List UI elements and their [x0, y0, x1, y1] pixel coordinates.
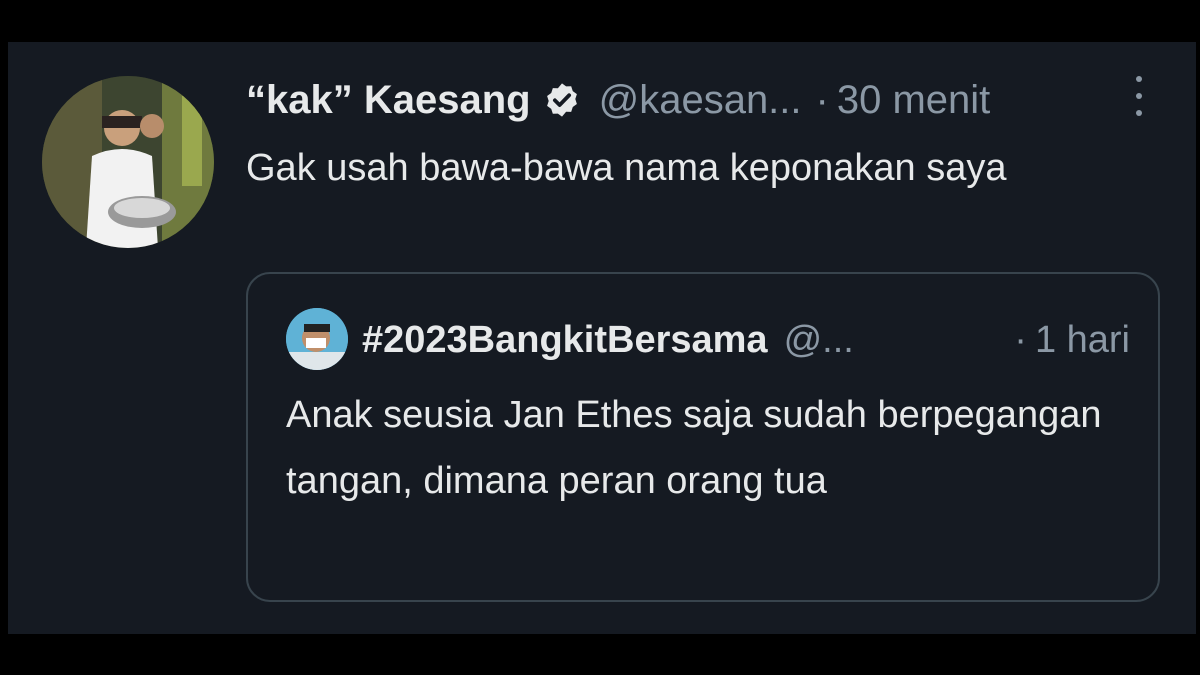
tweet-text: Gak usah bawa-bawa nama keponakan saya [246, 147, 1007, 189]
more-vertical-icon[interactable] [1128, 76, 1150, 116]
quoted-display-name[interactable]: #2023BangkitBersama [362, 319, 768, 362]
quoted-tweet-text: Anak seusia Jan Ethes saja sudah berpega… [286, 394, 1102, 502]
quoted-user-handle[interactable]: @... [784, 319, 854, 362]
tweet-header: “kak” Kaesang @kaesan... · 30 menit [246, 70, 990, 130]
verified-badge-icon [543, 81, 581, 119]
user-handle[interactable]: @kaesan... [599, 78, 802, 123]
quoted-tweet-card[interactable]: #2023BangkitBersama @... · 1 hari Anak s… [246, 272, 1160, 602]
quoted-timestamp-group: · 1 hari [1014, 310, 1130, 370]
quoted-header: #2023BangkitBersama @... [362, 310, 854, 370]
quoted-avatar-photo [286, 308, 348, 370]
quoted-timestamp[interactable]: 1 hari [1035, 319, 1130, 362]
avatar[interactable] [42, 76, 214, 248]
avatar-photo [42, 76, 214, 248]
quoted-separator-dot: · [1014, 318, 1027, 361]
quoted-avatar[interactable] [286, 308, 348, 370]
display-name[interactable]: “kak” Kaesang [246, 78, 531, 123]
timestamp[interactable]: 30 menit [837, 78, 990, 123]
separator-dot: · [815, 77, 829, 122]
